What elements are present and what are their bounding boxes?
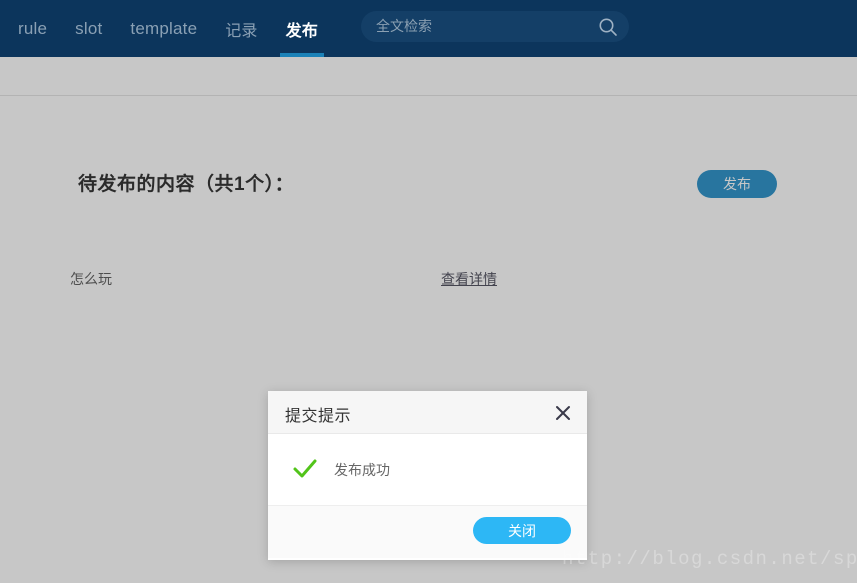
- nav-item-label: rule: [18, 18, 48, 38]
- dialog-body: 发布成功: [268, 434, 587, 506]
- nav-item-slot[interactable]: slot: [61, 0, 116, 57]
- submit-result-dialog: 提交提示 发布成功 关闭: [268, 391, 587, 560]
- dialog-message: 发布成功: [334, 462, 390, 478]
- dialog-header: 提交提示: [268, 391, 587, 434]
- search-icon[interactable]: [597, 16, 619, 38]
- nav-active-underline: [279, 53, 325, 57]
- dialog-footer: 关闭: [268, 506, 587, 558]
- top-navbar: rule slot template 记录 发布: [0, 0, 857, 57]
- nav-item-label: 发布: [285, 22, 319, 40]
- nav-item-label: slot: [75, 18, 103, 38]
- close-icon[interactable]: [553, 403, 573, 423]
- nav-item-list: rule slot template 记录 发布: [0, 0, 332, 57]
- dialog-close-button[interactable]: 关闭: [473, 517, 571, 544]
- app-root: 待发布的内容（共1个）： 发布 怎么玩 查看详情 提交提示 发布成功 关闭 ht…: [0, 0, 857, 583]
- nav-item-label: template: [130, 18, 198, 38]
- nav-item-template[interactable]: template: [116, 0, 211, 57]
- search-box[interactable]: [361, 11, 629, 42]
- check-circle-icon: [292, 456, 318, 482]
- dialog-title: 提交提示: [285, 408, 352, 425]
- nav-item-records[interactable]: 记录: [211, 0, 271, 57]
- nav-item-label: 记录: [225, 22, 258, 40]
- nav-item-publish[interactable]: 发布: [272, 0, 332, 57]
- nav-item-rule[interactable]: rule: [4, 0, 61, 57]
- search-input[interactable]: [376, 11, 576, 42]
